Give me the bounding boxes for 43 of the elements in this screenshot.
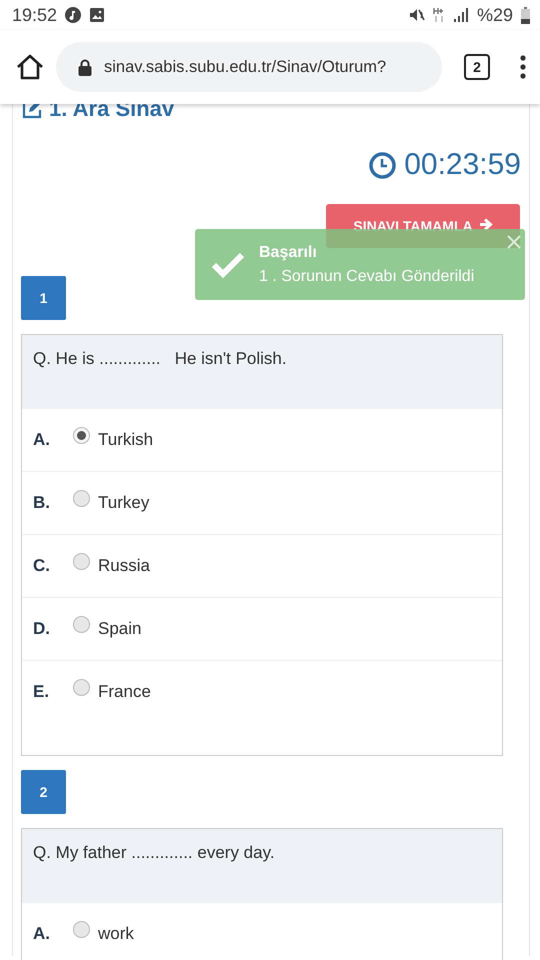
radio-button[interactable] — [73, 920, 90, 938]
lock-icon — [78, 58, 92, 76]
option-letter: A. — [33, 430, 51, 450]
music-icon — [65, 7, 82, 23]
option-label[interactable]: work — [98, 924, 134, 944]
home-icon[interactable] — [16, 54, 44, 80]
tab-count[interactable]: 2 — [464, 54, 490, 80]
radio-button[interactable] — [73, 426, 90, 444]
check-icon — [211, 252, 245, 278]
question-text: Q. He is ............. He isn't Polish. — [22, 335, 502, 409]
menu-icon[interactable] — [520, 55, 526, 79]
battery-percent: %29 — [476, 4, 513, 26]
address-bar[interactable]: sinav.sabis.subu.edu.tr/Sinav/Oturum? — [56, 42, 442, 92]
battery-icon — [521, 6, 530, 24]
option-label[interactable]: France — [98, 682, 151, 702]
toast-message: 1 . Sorunun Cevabı Gönderildi — [259, 268, 474, 286]
option-label[interactable]: Turkish — [98, 430, 154, 450]
option-label[interactable]: Russia — [98, 556, 150, 576]
question-text: Q. My father ............. every day. — [22, 829, 502, 903]
clock-icon — [369, 152, 396, 178]
option-letter: E. — [33, 682, 50, 702]
toast-title: Başarılı — [259, 244, 318, 262]
option-label[interactable]: Turkey — [98, 493, 150, 513]
image-icon — [89, 7, 106, 23]
radio-button[interactable] — [73, 490, 90, 506]
option-letter: B. — [33, 493, 51, 513]
status-time: 19:52 — [12, 4, 58, 26]
arrow-icon — [478, 218, 493, 231]
close-icon[interactable] — [507, 235, 521, 249]
radio-button[interactable] — [73, 678, 90, 696]
mute-icon — [408, 7, 425, 23]
option-label[interactable]: Spain — [98, 619, 142, 639]
countdown-timer: 00:23:59 — [404, 148, 521, 182]
url-text: sinav.sabis.subu.edu.tr/Sinav/Oturum? — [104, 58, 386, 76]
signal-icon — [452, 7, 469, 23]
radio-button[interactable] — [73, 552, 90, 570]
question-number[interactable]: 2 — [21, 770, 66, 814]
network-icon — [432, 7, 445, 23]
option-letter: D. — [33, 619, 51, 639]
question-number[interactable]: 1 — [21, 276, 66, 320]
radio-button[interactable] — [73, 616, 90, 632]
option-letter: C. — [33, 556, 51, 576]
option-letter: A. — [33, 924, 51, 944]
